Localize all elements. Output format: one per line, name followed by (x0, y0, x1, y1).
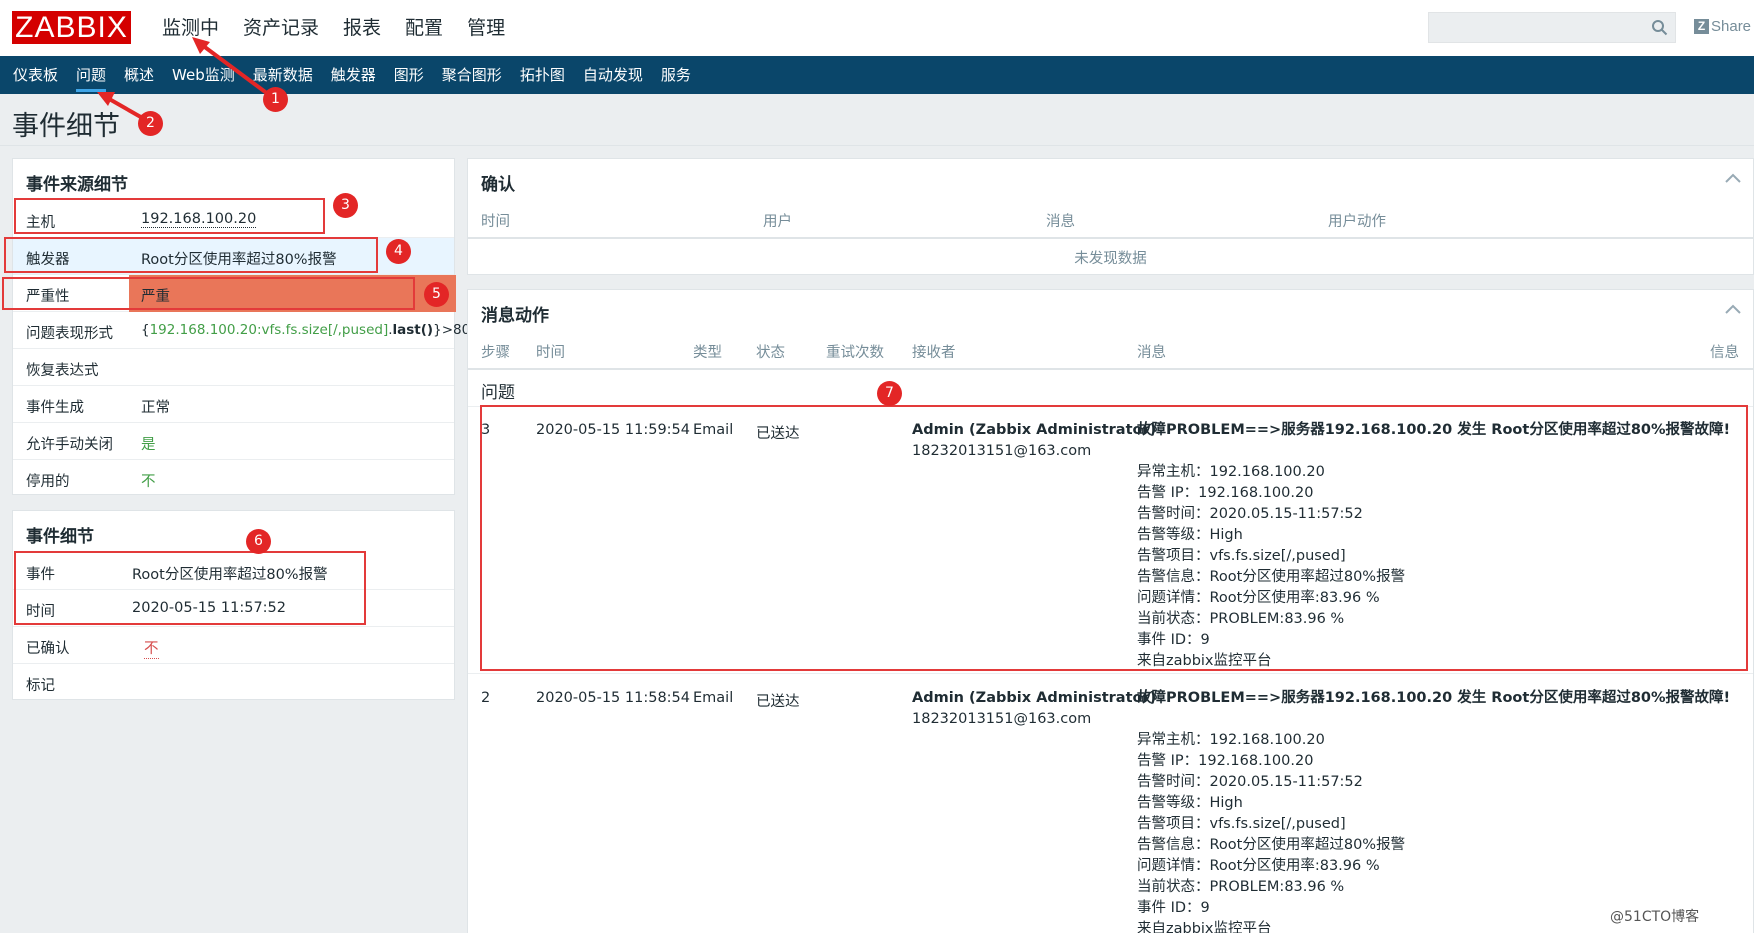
annotation-badge-2: 2 (138, 111, 163, 136)
arrow-1-head (192, 37, 210, 54)
annotation-badge-4: 4 (386, 239, 411, 264)
annotation-badge-3: 3 (333, 193, 358, 218)
arrow-1 (196, 40, 274, 99)
annotation-badge-6: 6 (246, 529, 271, 554)
annotation-arrows (97, 37, 274, 122)
annotation-badge-7: 7 (877, 381, 902, 406)
annotation-badge-5: 5 (424, 282, 449, 307)
watermark: @51CTO博客 (1610, 909, 1700, 925)
annotation-badge-1: 1 (263, 87, 288, 112)
